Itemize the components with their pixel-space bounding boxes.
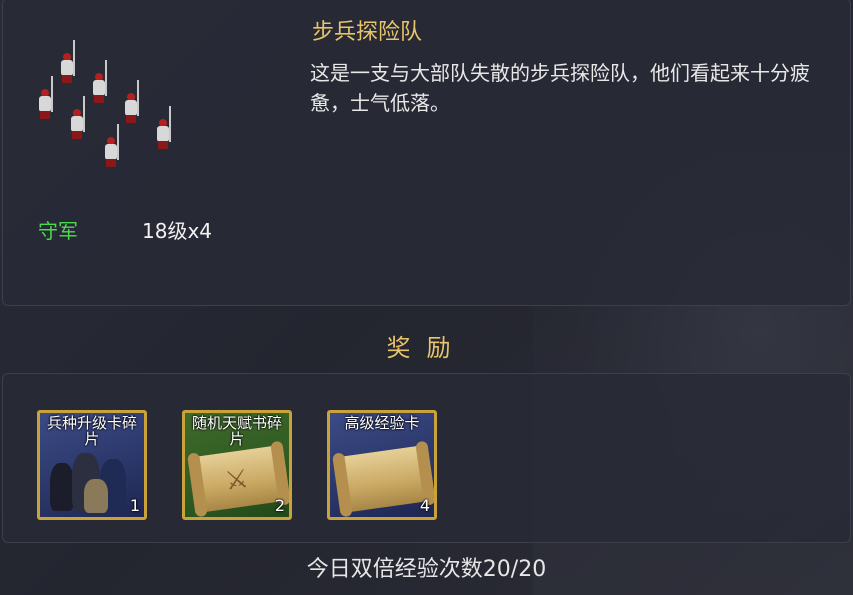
encounter-description: 这是一支与大部队失散的步兵探险队，他们看起来十分疲惫，士气低落。 xyxy=(310,61,810,115)
reward-card-talent-book[interactable]: ⚔ 随机天赋书碎片 2 xyxy=(182,410,292,520)
guard-level-value: 18级x4 xyxy=(142,219,213,243)
reward-count: 4 xyxy=(419,496,430,515)
reward-name: 兵种升级卡碎片 xyxy=(46,414,137,448)
guard-label: 守军 xyxy=(38,219,78,243)
soldiers-art-icon xyxy=(48,449,138,513)
reward-card-unit-upgrade[interactable]: 兵种升级卡碎片 1 xyxy=(37,410,147,520)
encounter-title: 步兵探险队 xyxy=(312,20,423,45)
double-exp-counter: 今日双倍经验次数20/20 xyxy=(306,557,547,582)
rewards-header: 奖励 xyxy=(386,334,467,362)
map-scroll-icon xyxy=(338,445,430,513)
reward-count: 1 xyxy=(129,496,140,515)
scroll-swords-icon: ⚔ xyxy=(193,445,285,513)
reward-name: 高级经验卡 xyxy=(344,414,420,432)
reward-name: 随机天赋书碎片 xyxy=(191,414,282,448)
reward-count: 2 xyxy=(274,496,285,515)
infantry-squad-icon xyxy=(28,40,198,200)
reward-card-advanced-exp[interactable]: 高级经验卡 4 xyxy=(327,410,437,520)
